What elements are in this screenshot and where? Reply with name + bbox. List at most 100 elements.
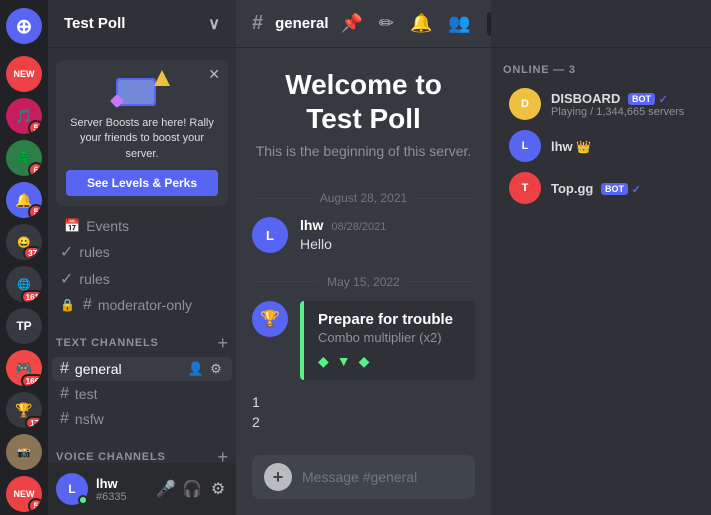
member-row-topgg[interactable]: T Top.gg BOT ✓: [503, 168, 699, 208]
member-info: DISBOARD BOT ✓ Playing / 1,344,665 serve…: [551, 91, 693, 118]
online-section: ONLINE — 3 D DISBOARD BOT ✓ Playing / 1,…: [491, 48, 711, 218]
member-row-lhw[interactable]: L lhw 👑: [503, 126, 699, 166]
bot-card-icons: ◆ ▼ ◆: [318, 353, 461, 370]
channel-name: moderator-only: [98, 297, 224, 313]
sidebar-item-general[interactable]: # general 👤 ⚙: [52, 357, 232, 381]
avatar: 🏆: [252, 301, 288, 337]
hash-icon: #: [60, 410, 69, 428]
channel-name: rules: [79, 271, 224, 287]
pin-icon[interactable]: 📌: [340, 13, 362, 34]
chat-input-box: + 🎁 GIF 🗒 😊: [252, 455, 475, 499]
server-icon-tree[interactable]: 🌲 6: [6, 140, 42, 176]
server-icon-bell[interactable]: 🔔 5: [6, 182, 42, 218]
right-sidebar-header: [491, 0, 711, 48]
bot-message-card: Prepare for trouble Combo multiplier (x2…: [300, 301, 475, 380]
close-icon[interactable]: ✕: [208, 66, 220, 83]
down-arrow-icon: ▼: [337, 353, 351, 370]
user-controls: 🎤 🎧 ⚙: [156, 479, 228, 499]
member-row-disboard[interactable]: D DISBOARD BOT ✓ Playing / 1,344,665 ser…: [503, 84, 699, 124]
verified-icon: ✓: [659, 94, 668, 106]
channel-sidebar: Test Poll ∨ ✕ Server Boosts are here! Ra…: [48, 0, 236, 515]
chat-header: # general 📌 ✏ 🔔 👥 🔍 🖥 ?: [236, 0, 491, 48]
welcome-section: Welcome to Test Poll This is the beginni…: [256, 68, 472, 159]
sidebar-item-test[interactable]: # test: [52, 382, 232, 406]
notification-icon[interactable]: 🔔: [410, 13, 432, 34]
user-area: L lhw #6335 🎤 🎧 ⚙: [48, 463, 236, 515]
people-icon[interactable]: 👥: [448, 13, 470, 34]
avatar: D: [509, 88, 541, 120]
server-icon-home[interactable]: ⊕: [6, 8, 42, 44]
crown-icon: 👑: [576, 140, 591, 154]
diamond-left-icon: ◆: [318, 353, 329, 370]
bot-message-row: 🏆 Prepare for trouble Combo multiplier (…: [252, 301, 475, 380]
microphone-icon[interactable]: 🎤: [156, 479, 176, 499]
server-icon-new2[interactable]: NEW 5: [6, 476, 42, 512]
poll-option-2: 2: [252, 412, 475, 432]
messages-container: L lhw 08/28/2021 Hello: [252, 217, 475, 263]
chat-input-area: + 🎁 GIF 🗒 😊: [236, 447, 491, 515]
member-status: Playing / 1,344,665 servers: [551, 106, 693, 118]
welcome-subtitle: This is the beginning of this server.: [256, 143, 472, 159]
checkmark-icon: ✓: [60, 269, 73, 289]
server-name: Test Poll: [64, 15, 125, 32]
boost-banner: ✕ Server Boosts are here! Rally your fri…: [56, 60, 228, 206]
avatar: T: [509, 172, 541, 204]
checkmark-icon: ✓: [60, 242, 73, 262]
server-icon-161[interactable]: 🌐 161: [6, 266, 42, 302]
channel-name-nsfw: nsfw: [75, 411, 224, 427]
user-info: lhw #6335: [96, 476, 148, 503]
chat-content: Welcome to Test Poll This is the beginni…: [236, 48, 491, 447]
hash-icon: #: [83, 296, 92, 314]
server-icon-test-poll[interactable]: TP: [6, 308, 42, 344]
member-name: DISBOARD BOT ✓: [551, 91, 693, 106]
bot-card-subtitle: Combo multiplier (x2): [318, 330, 461, 345]
add-channel-icon[interactable]: +: [217, 334, 228, 352]
see-levels-perks-button[interactable]: See Levels & Perks: [66, 170, 218, 196]
bot-badge: BOT: [601, 183, 628, 195]
message-author: lhw: [300, 217, 323, 233]
server-icon-love[interactable]: 🎵 5: [6, 98, 42, 134]
headphones-icon[interactable]: 🎧: [182, 479, 202, 499]
poll-options: 1 2: [252, 392, 475, 432]
message-input[interactable]: [302, 469, 483, 485]
user-avatar-wrap: L: [56, 473, 88, 505]
add-user-icon[interactable]: 👤: [188, 361, 204, 377]
sidebar-item-moderator-only[interactable]: 🔒 # moderator-only: [52, 293, 232, 317]
member-name: lhw 👑: [551, 139, 693, 154]
username: lhw: [96, 476, 148, 491]
server-icon-new[interactable]: NEW: [6, 56, 42, 92]
sidebar-item-events[interactable]: 📅 Events: [52, 214, 232, 238]
sidebar-item-nsfw[interactable]: # nsfw: [52, 407, 232, 431]
add-voice-channel-icon[interactable]: +: [217, 448, 228, 463]
channel-list: ✕ Server Boosts are here! Rally your fri…: [48, 48, 236, 463]
lock-icon: 🔒: [60, 298, 75, 312]
server-name-header[interactable]: Test Poll ∨: [48, 0, 236, 48]
calendar-icon: 📅: [64, 218, 80, 234]
pencil-icon[interactable]: ✏: [379, 13, 394, 34]
hash-icon: #: [60, 385, 69, 403]
channel-name-test: test: [75, 386, 224, 402]
settings-icon[interactable]: ⚙: [208, 479, 228, 499]
add-attachment-button[interactable]: +: [264, 463, 292, 491]
avatar: L: [252, 217, 288, 253]
diamond-right-icon: ◆: [359, 353, 370, 370]
settings-icon[interactable]: ⚙: [208, 361, 224, 377]
right-sidebar: ONLINE — 3 D DISBOARD BOT ✓ Playing / 1,…: [491, 0, 711, 515]
sidebar-item-rules-1[interactable]: ✓ rules: [52, 239, 232, 265]
bot-badge: BOT: [628, 93, 655, 105]
verified-icon: ✓: [632, 184, 641, 196]
chevron-down-icon: ∨: [208, 14, 220, 34]
sidebar-item-rules-2[interactable]: ✓ rules: [52, 266, 232, 292]
server-list: ⊕ NEW 🎵 5 🌲 6 🔔 5 😀 37 🌐 161 TP 🎮 166: [0, 0, 48, 515]
text-channels-category: TEXT CHANNELS +: [48, 318, 236, 356]
server-icon-photo[interactable]: 📸: [6, 434, 42, 470]
boost-text: Server Boosts are here! Rally your frien…: [66, 116, 218, 162]
server-icon-166[interactable]: 🎮 166: [6, 350, 42, 386]
hash-icon: #: [60, 360, 69, 378]
server-icon-star[interactable]: 😀 37: [6, 224, 42, 260]
server-icon-17[interactable]: 🏆 17: [6, 392, 42, 428]
message-timestamp: 08/28/2021: [331, 221, 386, 233]
boost-illustration: [112, 70, 172, 110]
message-content: lhw 08/28/2021 Hello: [300, 217, 475, 255]
bot-card-title: Prepare for trouble: [318, 311, 461, 328]
